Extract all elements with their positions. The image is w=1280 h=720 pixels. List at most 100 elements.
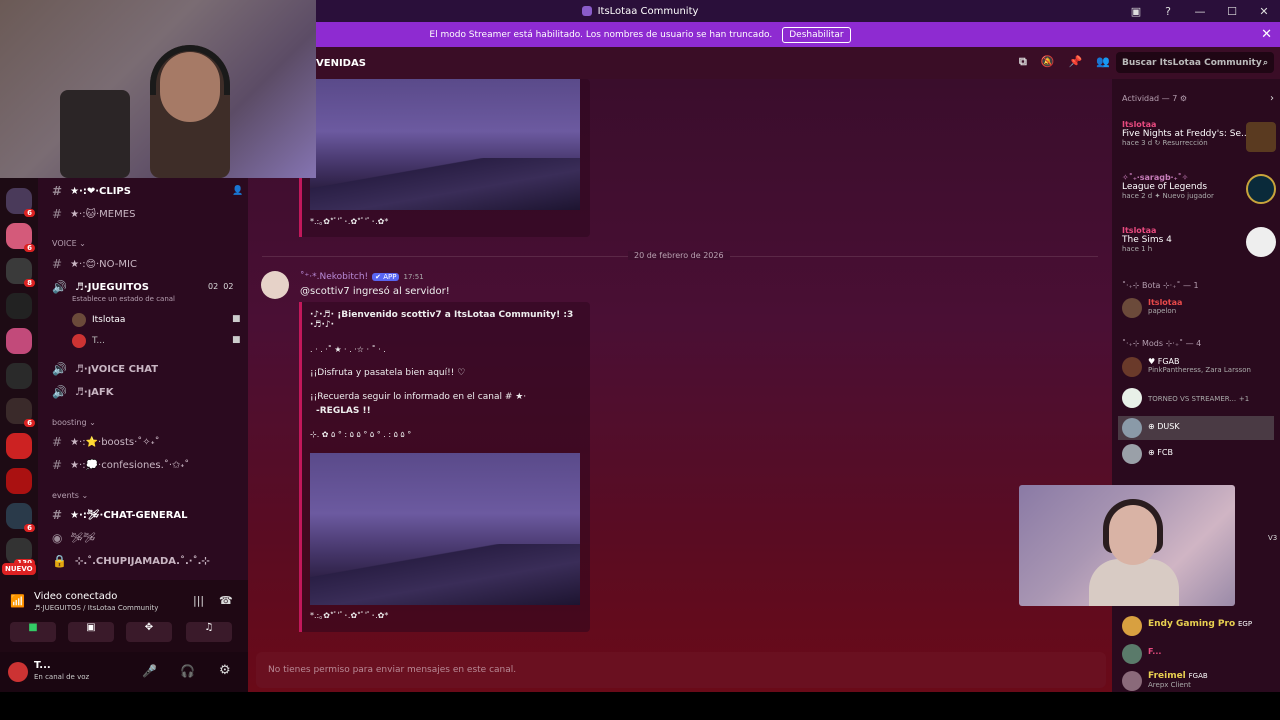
rules-channel-link[interactable]: -REGLAS !! <box>316 406 371 416</box>
category-events[interactable]: events ⌄ <box>52 491 88 500</box>
member-row[interactable]: Freimel FGAB Arepx Client <box>1122 671 1208 691</box>
voice-user[interactable]: Itslotaa <box>72 313 125 327</box>
stage-channel[interactable]: ◉ 🛩🛩 <box>52 531 96 545</box>
channel-chupijamada[interactable]: 🔒 ⊹.˚.CHUPIJAMADA.˚.·˚.⊹ <box>52 554 210 568</box>
member-row[interactable]: ♥ FGAB PinkPantheress, Zara Larsson <box>1122 357 1251 377</box>
server-badge: 6 <box>24 244 35 252</box>
embed-image[interactable] <box>310 453 580 605</box>
activity-user: Itslotaa <box>1122 226 1157 235</box>
user-avatar[interactable] <box>8 662 28 682</box>
message-time: 17:51 <box>403 273 424 281</box>
member-row[interactable]: Itslotaa papelon <box>1122 298 1182 318</box>
video-button[interactable]: ■ <box>10 622 56 642</box>
member-row[interactable]: TORNEO VS STREAMER... +1 <box>1122 388 1249 408</box>
channel-clips[interactable]: # ★·:❤·CLIPS <box>52 184 131 198</box>
add-member-icon[interactable]: 👤 <box>232 186 243 196</box>
help-icon[interactable]: ? <box>1152 5 1184 18</box>
embed-image[interactable] <box>310 79 580 210</box>
chevron-right-icon[interactable]: › <box>1270 93 1274 104</box>
voice-channel-jueguitos[interactable]: 🔊 ♬·JUEGUITOS <box>52 280 149 294</box>
voice-channel-afk[interactable]: 🔊 ♬·ꞁAFK <box>52 385 113 399</box>
threads-icon[interactable]: ⧉ <box>1019 55 1027 69</box>
member-name: Endy Gaming Pro <box>1148 619 1236 629</box>
channel-confesiones[interactable]: # ★·:💭·confesiones.˚·✩˖˚ <box>52 458 189 472</box>
channel-header: VENIDAS ⧉ 🔕 📌 👥 Buscar ItsLotaa Communit… <box>316 47 1280 79</box>
settings-gear-icon[interactable]: ⚙ <box>219 663 231 678</box>
microphone-icon[interactable]: 🎤 <box>142 664 157 678</box>
disconnect-icon[interactable]: ☎ <box>219 594 233 607</box>
server-icon[interactable]: 6 <box>6 503 35 532</box>
activities-button[interactable]: ✥ <box>126 622 172 642</box>
screen-share-button[interactable]: ▣ <box>68 622 114 642</box>
soundboard-button[interactable]: ♫ <box>186 622 232 642</box>
server-icon[interactable] <box>6 328 32 354</box>
channel-label: ★·:💭·confesiones.˚·✩˖˚ <box>70 459 190 471</box>
avatar <box>1122 444 1142 464</box>
category-boosting[interactable]: boosting ⌄ <box>52 418 96 427</box>
activity-card[interactable]: Itslotaa Five Nights at Freddy's: Se... … <box>1122 120 1250 147</box>
channel-boosts[interactable]: # ★·:⭐·boosts·˚✧˖˚ <box>52 435 160 449</box>
pin-icon[interactable]: 📌 <box>1069 55 1083 69</box>
member-row[interactable]: Endy Gaming Pro EGP <box>1122 616 1252 636</box>
server-icon[interactable] <box>6 468 32 494</box>
channel-label: ♬·ꞁVOICE CHAT <box>74 363 159 375</box>
disable-streamer-button[interactable]: Deshabilitar <box>782 26 851 43</box>
activity-game: The Sims 4 <box>1122 235 1172 245</box>
member-row[interactable]: F... <box>1122 644 1161 664</box>
server-icon[interactable] <box>6 363 32 389</box>
second-webcam-overlay <box>1019 485 1235 606</box>
mute-bell-icon[interactable]: 🔕 <box>1041 55 1055 69</box>
channel-nomic[interactable]: # ★·:😊·NO-MIC <box>52 257 137 271</box>
server-list: 6 6 8 6 6 130 <box>0 178 38 580</box>
hash-icon: # <box>52 435 63 449</box>
sims-icon <box>1246 227 1276 257</box>
channel-chat-general[interactable]: # ★·:🛩·CHAT-GENERAL <box>52 508 188 522</box>
hash-icon: # <box>52 184 63 198</box>
channel-label: ♬·ꞁAFK <box>74 386 114 398</box>
search-input[interactable]: Buscar ItsLotaa Community ⌕ <box>1116 52 1274 73</box>
category-label: boosting <box>52 418 87 427</box>
activity-card[interactable]: ✧˚₊‧saragb‧₊˚✧ League of Legends hace 2 … <box>1122 173 1214 200</box>
member-row[interactable]: ⊕ DUSK <box>1118 416 1274 440</box>
server-badge: 6 <box>24 209 35 217</box>
inbox-icon[interactable]: ▣ <box>1120 5 1152 18</box>
minimize-button[interactable]: — <box>1184 5 1216 18</box>
author-avatar[interactable] <box>261 271 289 299</box>
server-icon[interactable]: 6 <box>6 398 35 427</box>
speaker-icon: 🔊 <box>52 385 67 399</box>
server-icon[interactable] <box>6 433 32 459</box>
server-icon[interactable]: 130 <box>6 538 35 567</box>
members-icon[interactable]: 👥 <box>1096 55 1110 69</box>
server-icon[interactable]: 6 <box>6 188 35 217</box>
avatar <box>72 313 86 327</box>
noise-suppression-icon[interactable]: ||| <box>193 594 204 607</box>
category-voice[interactable]: VOICE ⌄ <box>52 239 86 248</box>
server-icon[interactable]: 8 <box>6 258 35 287</box>
activity-card[interactable]: Itslotaa The Sims 4 hace 1 h <box>1122 226 1172 253</box>
channel-status[interactable]: Establece un estado de canal <box>72 295 175 303</box>
channel-label: ★·:🛩·CHAT-GENERAL <box>70 509 188 521</box>
voice-user[interactable]: T... <box>72 334 105 348</box>
tag-label: FGAB <box>1157 357 1180 366</box>
avatar <box>1122 616 1142 636</box>
banner-close-icon[interactable]: ✕ <box>1261 27 1272 42</box>
close-window-button[interactable]: ✕ <box>1248 5 1280 18</box>
member-row[interactable]: ⊕ FCB <box>1122 444 1173 464</box>
message-composer[interactable]: No tienes permiso para enviar mensajes e… <box>256 652 1106 688</box>
voice-channel-path[interactable]: ♬·JUEGUITOS / ItsLotaa Community <box>34 604 158 612</box>
welcome-embed-previous: *.:｡✿*ﾟ'ﾟ･.✿*ﾟ'ﾟ･.✿* <box>302 79 590 237</box>
speaker-icon: 🔊 <box>52 280 67 294</box>
maximize-button[interactable]: ☐ <box>1216 5 1248 18</box>
member-name: F... <box>1148 647 1162 656</box>
member-status: papelon <box>1148 307 1177 315</box>
member-tag: ⊕ DUSK <box>1148 422 1180 431</box>
headphones-icon[interactable]: 🎧 <box>180 664 195 678</box>
server-icon[interactable] <box>6 293 32 319</box>
author-name[interactable]: ˚⁺‧*.Nekobitch! <box>300 272 368 282</box>
composer-placeholder: No tienes permiso para enviar mensajes e… <box>268 665 517 675</box>
welcome-line-2: ¡¡Recuerda seguir lo informado en el can… <box>310 392 527 402</box>
voice-channel-voicechat[interactable]: 🔊 ♬·ꞁVOICE CHAT <box>52 362 158 376</box>
channel-memes[interactable]: # ★·:🐱·MEMES <box>52 207 135 221</box>
join-message: @scottiv7 ingresó al servidor! <box>300 286 450 297</box>
server-icon[interactable]: 6 <box>6 223 35 252</box>
